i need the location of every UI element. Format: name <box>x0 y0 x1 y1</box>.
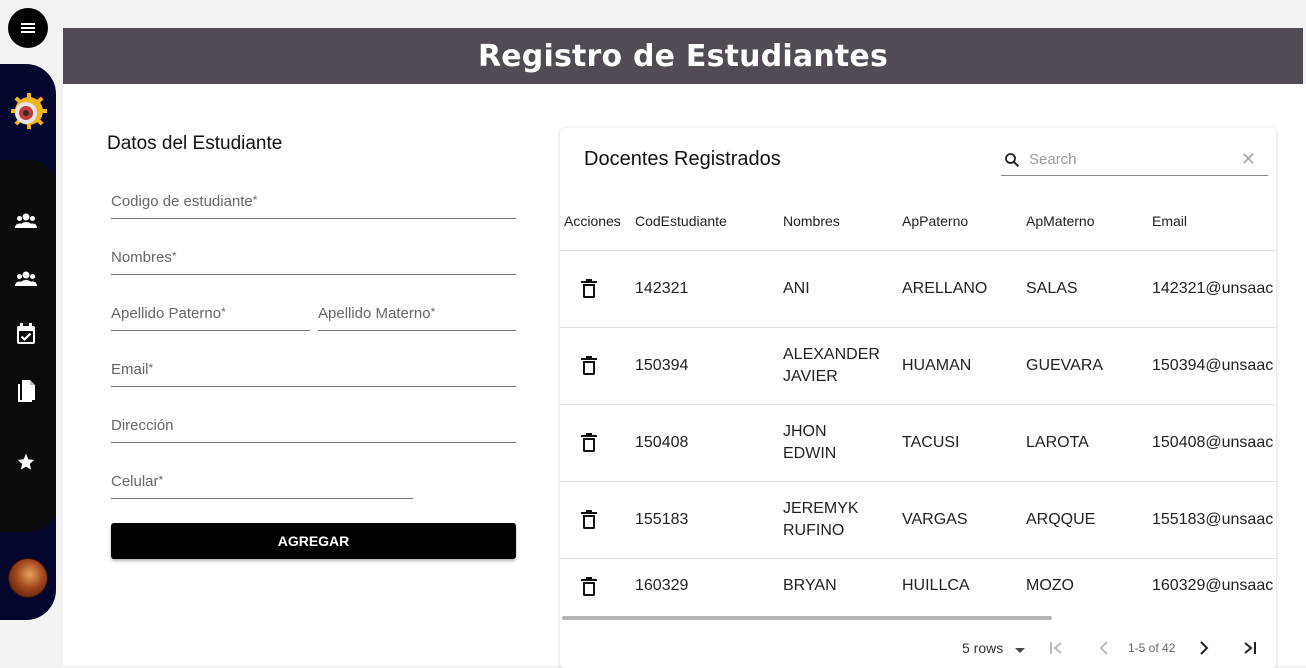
cell-ap-materno: LAROTA <box>1026 434 1089 451</box>
codigo-label: Codigo de estudiante <box>111 193 253 210</box>
cell-email: 150408@unsaac <box>1152 434 1274 451</box>
cell-nombres-line1: JHON <box>783 423 827 440</box>
page-header: Registro de Estudiantes <box>63 28 1303 84</box>
delete-icon[interactable] <box>581 433 597 457</box>
search-input[interactable]: Search ✕ <box>1001 146 1268 176</box>
nombres-label: Nombres <box>111 249 172 266</box>
cell-ap-materno: SALAS <box>1026 280 1078 297</box>
page-title: Registro de Estudiantes <box>477 38 889 74</box>
cell-ap-materno: ARQQUE <box>1026 511 1096 528</box>
search-placeholder: Search <box>1029 151 1077 168</box>
ap-materno-field[interactable]: Apellido Materno* <box>318 295 516 331</box>
students-table-card: Docentes Registrados Search ✕ Acciones C… <box>560 128 1276 668</box>
event-check-icon[interactable] <box>14 322 38 346</box>
column-header-apmaterno[interactable]: ApMaterno <box>1026 213 1094 229</box>
cell-email: 142321@unsaac <box>1152 280 1274 297</box>
nombres-field[interactable]: Nombres* <box>111 239 516 275</box>
clear-search-icon[interactable]: ✕ <box>1241 149 1256 170</box>
page-range: 1-5 of 42 <box>1128 641 1176 655</box>
rows-per-page-select[interactable]: 5 rows <box>962 640 1003 656</box>
sidebar-nav <box>0 160 56 532</box>
copy-icon[interactable] <box>14 380 38 404</box>
cell-ap-materno: GUEVARA <box>1026 357 1104 374</box>
cell-ap-materno: MOZO <box>1026 577 1074 594</box>
email-label: Email <box>111 361 149 378</box>
table-row: 160329 BRYAN HUILLCA MOZO 160329@unsaac <box>560 559 1276 615</box>
cell-email: 155183@unsaac <box>1152 511 1274 528</box>
celular-label: Celular <box>111 473 159 490</box>
cell-ap-paterno: HUAMAN <box>902 357 972 374</box>
table-row: 150408 JHON EDWIN TACUSI LAROTA 150408@u… <box>560 405 1276 482</box>
cell-ap-paterno: VARGAS <box>902 511 968 528</box>
cell-email: 160329@unsaac <box>1152 577 1274 594</box>
cell-cod: 150394 <box>635 357 689 374</box>
table-title: Docentes Registrados <box>584 148 781 170</box>
group-icon[interactable] <box>14 266 38 290</box>
cell-nombres-line2: EDWIN <box>783 445 837 462</box>
cell-nombres-line1: ALEXANDER <box>783 346 880 363</box>
ap-materno-label: Apellido Materno <box>318 305 431 322</box>
table-row: 155183 JEREMYK RUFINO VARGAS ARQQUE 1551… <box>560 482 1276 559</box>
star-icon[interactable] <box>14 450 38 474</box>
sidebar <box>0 64 56 620</box>
direccion-label: Dirección <box>111 417 174 434</box>
last-page-icon[interactable] <box>1242 640 1258 659</box>
group-icon[interactable] <box>14 208 38 232</box>
table-row: 150394 ALEXANDER JAVIER HUAMAN GUEVARA 1… <box>560 328 1276 405</box>
cell-nombres: BRYAN <box>783 577 837 594</box>
column-header-email[interactable]: Email <box>1152 213 1187 229</box>
column-header-appaterno[interactable]: ApPaterno <box>902 213 968 229</box>
form-title: Datos del Estudiante <box>107 133 283 154</box>
cell-ap-paterno: HUILLCA <box>902 577 970 594</box>
search-icon <box>1003 151 1021 174</box>
prev-page-icon[interactable] <box>1096 640 1112 659</box>
cell-cod: 150408 <box>635 434 689 451</box>
delete-icon[interactable] <box>581 279 597 303</box>
cell-nombres: ANI <box>783 280 810 297</box>
next-page-icon[interactable] <box>1196 640 1212 659</box>
delete-icon[interactable] <box>581 510 597 534</box>
cell-email: 150394@unsaac <box>1152 357 1274 374</box>
celular-field[interactable]: Celular* <box>111 463 413 499</box>
table-row: 142321 ANI ARELLANO SALAS 142321@unsaac <box>560 251 1276 328</box>
ap-paterno-label: Apellido Paterno <box>111 305 222 322</box>
column-header-nombres[interactable]: Nombres <box>783 213 840 229</box>
cell-cod: 155183 <box>635 511 689 528</box>
email-field[interactable]: Email* <box>111 351 516 387</box>
cell-ap-paterno: TACUSI <box>902 434 960 451</box>
app-logo-icon <box>10 92 48 130</box>
rows-per-page-label: 5 rows <box>962 640 1004 656</box>
menu-icon <box>21 23 35 25</box>
codigo-field[interactable]: Codigo de estudiante* <box>111 183 516 219</box>
chevron-down-icon[interactable] <box>1014 642 1026 658</box>
horizontal-scrollbar[interactable] <box>562 616 1052 620</box>
column-header-codestudiante[interactable]: CodEstudiante <box>635 213 727 229</box>
cell-nombres-line2: RUFINO <box>783 522 845 539</box>
avatar[interactable] <box>8 558 48 598</box>
cell-ap-paterno: ARELLANO <box>902 280 988 297</box>
direccion-field[interactable]: Dirección <box>111 407 516 443</box>
first-page-icon[interactable] <box>1048 640 1064 659</box>
column-header-acciones[interactable]: Acciones <box>564 213 621 229</box>
menu-button[interactable] <box>8 8 48 48</box>
delete-icon[interactable] <box>581 577 597 601</box>
agregar-button[interactable]: AGREGAR <box>111 523 516 559</box>
ap-paterno-field[interactable]: Apellido Paterno* <box>111 295 310 331</box>
delete-icon[interactable] <box>581 356 597 380</box>
cell-cod: 160329 <box>635 577 689 594</box>
cell-nombres-line2: JAVIER <box>783 368 838 385</box>
cell-cod: 142321 <box>635 280 689 297</box>
cell-nombres-line1: JEREMYK <box>783 500 859 517</box>
